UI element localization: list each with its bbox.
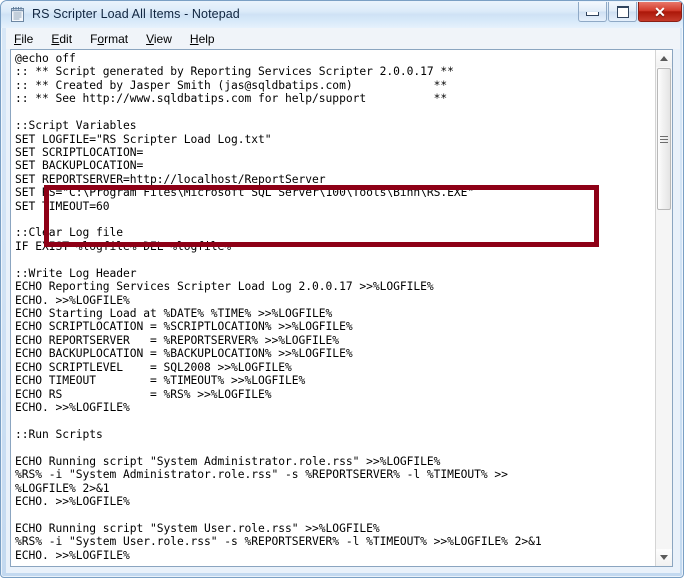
menu-item-view[interactable]: View bbox=[146, 31, 172, 47]
vertical-scrollbar[interactable] bbox=[655, 50, 672, 566]
minimize-icon bbox=[586, 12, 599, 16]
menu-item-format[interactable]: Format bbox=[90, 31, 128, 47]
editor-frame: @echo off :: ** Script generated by Repo… bbox=[10, 49, 673, 567]
menu-bar: File Edit Format View Help bbox=[6, 28, 680, 49]
minimize-button[interactable] bbox=[578, 2, 607, 22]
maximize-button[interactable] bbox=[608, 2, 637, 22]
notepad-icon bbox=[11, 7, 24, 22]
window-title: RS Scripter Load All Items - Notepad bbox=[32, 7, 240, 21]
text-editor[interactable]: @echo off :: ** Script generated by Repo… bbox=[11, 50, 656, 566]
close-button[interactable]: ✕ bbox=[638, 2, 682, 22]
scrollbar-thumb[interactable] bbox=[657, 68, 671, 210]
grip-lines-icon bbox=[660, 135, 668, 143]
menu-label-format-rest: rmat bbox=[104, 31, 129, 46]
scroll-up-button[interactable] bbox=[656, 50, 672, 67]
menu-label-edit-rest: dit bbox=[59, 31, 73, 46]
scrollbar-track[interactable] bbox=[656, 210, 672, 549]
notepad-window: RS Scripter Load All Items - Notepad ✕ F… bbox=[0, 0, 684, 578]
client-area: @echo off :: ** Script generated by Repo… bbox=[6, 49, 680, 573]
menu-item-edit[interactable]: Edit bbox=[51, 31, 72, 47]
scroll-down-button[interactable] bbox=[656, 549, 672, 566]
title-bar[interactable]: RS Scripter Load All Items - Notepad ✕ bbox=[1, 1, 683, 28]
menu-label-file-rest: ile bbox=[21, 31, 34, 46]
menu-item-help[interactable]: Help bbox=[190, 31, 215, 47]
menu-label-view-rest: iew bbox=[153, 31, 172, 46]
menu-item-file[interactable]: File bbox=[14, 31, 33, 47]
menu-label-help-rest: elp bbox=[198, 31, 215, 46]
editor-content[interactable]: @echo off :: ** Script generated by Repo… bbox=[15, 52, 542, 562]
maximize-icon bbox=[616, 5, 629, 18]
chevron-down-icon bbox=[660, 555, 668, 560]
close-icon: ✕ bbox=[654, 3, 666, 20]
chevron-up-icon bbox=[660, 56, 668, 61]
